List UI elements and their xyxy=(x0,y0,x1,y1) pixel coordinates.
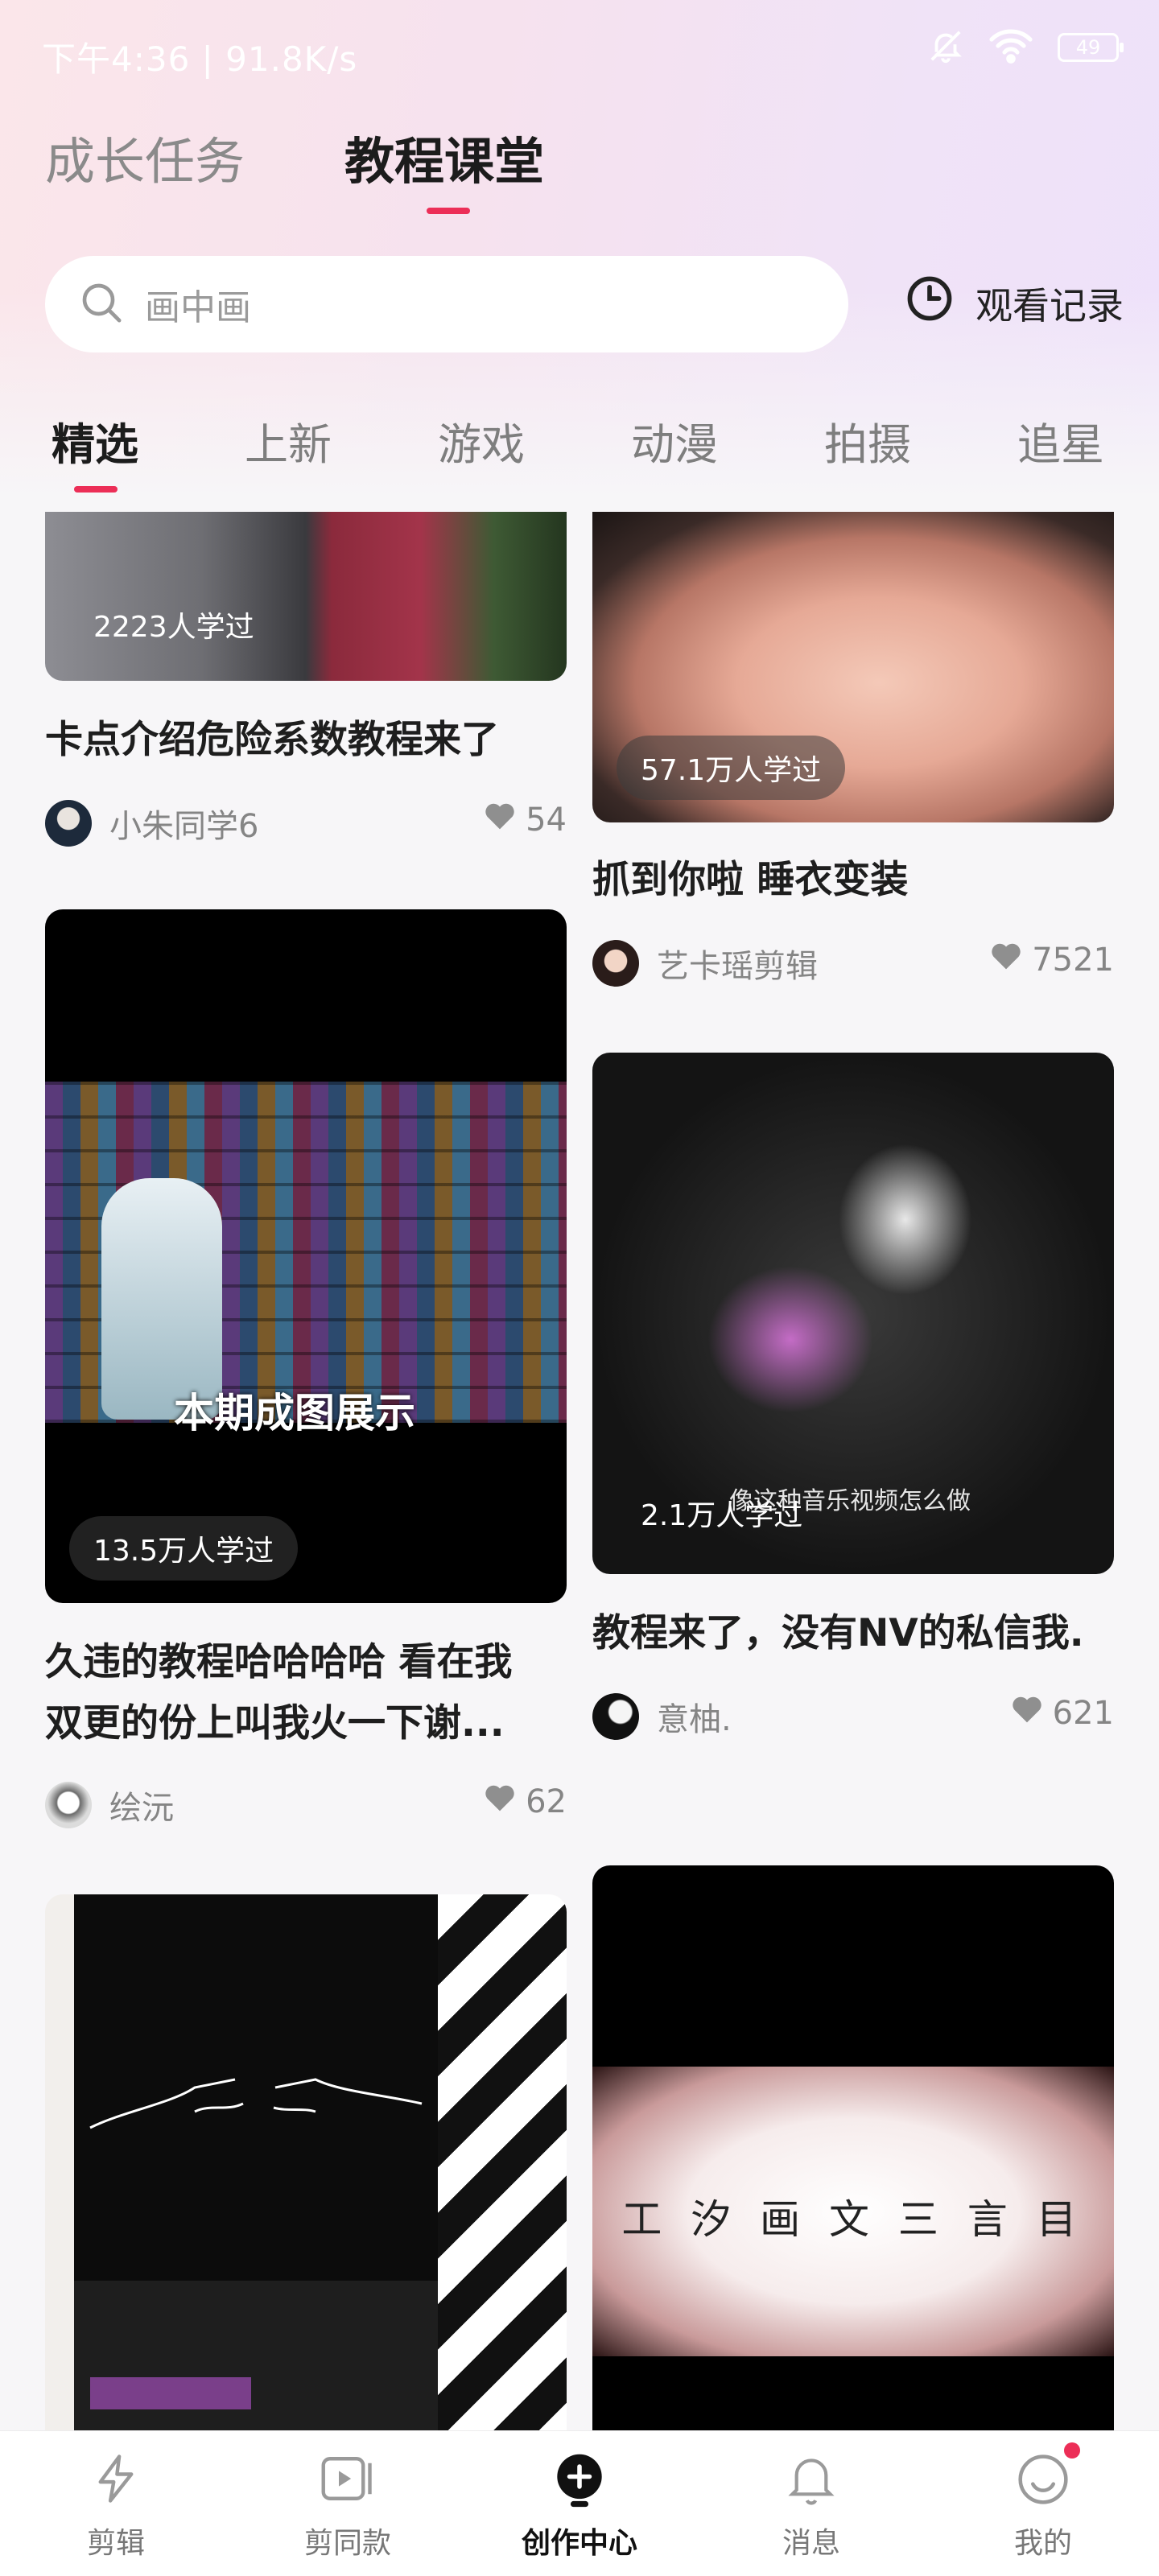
card-title[interactable]: 久违的教程哈哈哈哈 看在我 双更的份上叫我火一下谢... xyxy=(45,1632,576,1754)
top-tab-active-indicator xyxy=(427,208,470,214)
likes-count[interactable]: 54 xyxy=(484,802,567,839)
learners-badge: 13.5万人学过 xyxy=(69,1516,299,1581)
status-bar-icons: 49 xyxy=(927,27,1124,68)
mute-bell-icon xyxy=(927,27,964,68)
battery-indicator: 49 xyxy=(1058,33,1124,62)
status-bar-time: 下午4:36 | 91.8K/s xyxy=(42,39,358,79)
striped-sleeve-image xyxy=(438,1894,567,2430)
search-bar[interactable]: 画中画 xyxy=(45,256,848,352)
card-author[interactable]: 绘沅 xyxy=(45,1782,174,1828)
video-play-icon xyxy=(319,2452,377,2508)
category-tab-anime[interactable]: 动漫 xyxy=(631,409,718,472)
learners-badge: 2.1万人学过 xyxy=(641,1499,803,1532)
category-tab-idols[interactable]: 追星 xyxy=(1017,409,1104,472)
author-name: 小朱同学6 xyxy=(109,808,259,845)
bottom-navigation: 剪辑 剪同款 创作中心 消息 我的 xyxy=(0,2430,1159,2576)
editor-screenshot xyxy=(74,1894,438,2430)
heart-icon xyxy=(1011,1695,1043,1732)
likes-count[interactable]: 7521 xyxy=(990,942,1114,979)
notification-dot xyxy=(1064,2442,1080,2459)
tab-growth-tasks[interactable]: 成长任务 xyxy=(45,121,245,193)
author-name: 绘沅 xyxy=(109,1790,174,1827)
heart-icon xyxy=(484,802,516,839)
card-thumbnail[interactable]: 像这种音乐视频怎么做 2.1万人学过 xyxy=(592,1053,1114,1574)
watch-history-label: 观看记录 xyxy=(975,283,1124,328)
card-thumbnail[interactable]: 57.1万人学过 xyxy=(592,512,1114,822)
learners-badge: 2223人学过 xyxy=(93,611,254,644)
likes-count[interactable]: 62 xyxy=(484,1783,567,1820)
smile-icon xyxy=(1016,2452,1070,2510)
tab-tutorial-class[interactable]: 教程课堂 xyxy=(344,121,544,193)
card-author[interactable]: 小朱同学6 xyxy=(45,800,258,847)
likes-value: 621 xyxy=(1052,1695,1114,1732)
likes-value: 7521 xyxy=(1032,942,1114,979)
tutorial-feed[interactable]: 2223人学过 卡点介绍危险系数教程来了 小朱同学6 54 57.1万人学过 抓… xyxy=(0,512,1159,2430)
likes-count[interactable]: 621 xyxy=(1011,1695,1114,1732)
bell-icon xyxy=(786,2452,837,2510)
card-title[interactable]: 卡点介绍危险系数教程来了 xyxy=(45,710,576,771)
bulb-icon xyxy=(552,2452,607,2513)
heart-icon xyxy=(484,1783,516,1820)
clock-icon xyxy=(905,274,955,332)
avatar xyxy=(45,1782,92,1828)
likes-value: 62 xyxy=(526,1783,567,1820)
author-name: 意柚. xyxy=(657,1701,732,1738)
card-author[interactable]: 意柚. xyxy=(592,1693,732,1740)
heart-icon xyxy=(990,942,1022,979)
author-name: 艺卡瑶剪辑 xyxy=(657,948,818,985)
avatar xyxy=(592,940,639,987)
card-title[interactable]: 教程来了，没有NV的私信我. xyxy=(592,1603,1140,1664)
category-tab-featured[interactable]: 精选 xyxy=(52,409,138,472)
category-tab-shooting[interactable]: 拍摄 xyxy=(824,409,911,472)
learners-badge: 57.1万人学过 xyxy=(617,736,846,800)
search-placeholder: 画中画 xyxy=(145,287,251,328)
category-tab-games[interactable]: 游戏 xyxy=(438,409,525,472)
category-active-indicator xyxy=(74,486,118,493)
likes-value: 54 xyxy=(526,802,567,839)
card-title[interactable]: 抓到你啦 睡衣变装 xyxy=(592,850,1124,911)
lightning-icon xyxy=(89,2452,142,2508)
search-icon xyxy=(79,280,124,328)
card-author[interactable]: 艺卡瑶剪辑 xyxy=(592,940,818,987)
game-cards-image xyxy=(45,1082,567,1423)
thumbnail-overlay-text: 本期成图展示 xyxy=(174,1390,415,1436)
card-thumbnail[interactable]: 本期成图展示 13.5万人学过 xyxy=(45,909,567,1603)
card-thumbnail[interactable]: 工 汐 画 文 三 言 目 xyxy=(592,1865,1114,2430)
avatar xyxy=(45,800,92,847)
category-tab-new[interactable]: 上新 xyxy=(245,409,332,472)
wifi-icon xyxy=(988,28,1033,67)
avatar xyxy=(592,1693,639,1740)
card-thumbnail[interactable]: 2223人学过 xyxy=(45,512,567,681)
watch-history-button[interactable]: 观看记录 xyxy=(905,274,1124,332)
thumbnail-overlay-text: 工 汐 画 文 三 言 目 xyxy=(621,2196,1085,2243)
card-thumbnail[interactable] xyxy=(45,1894,567,2430)
